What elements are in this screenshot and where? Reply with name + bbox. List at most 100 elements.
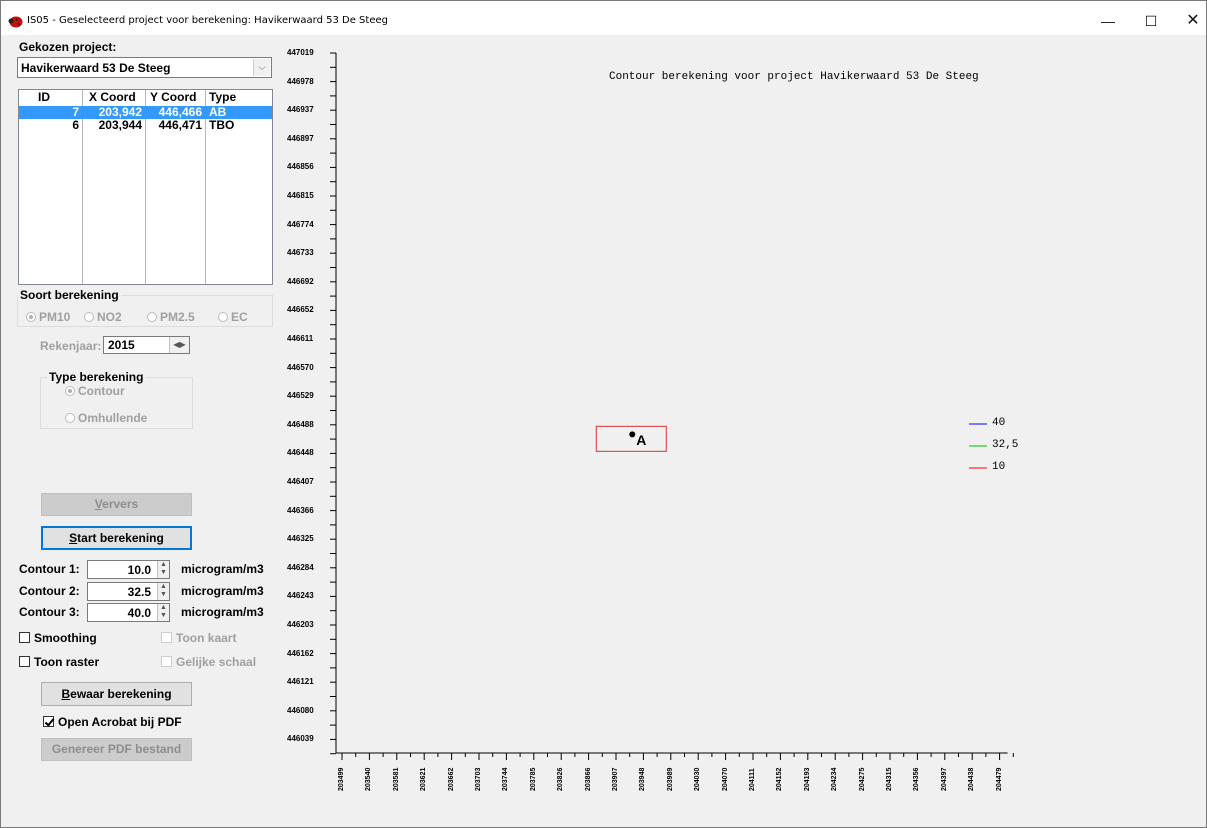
y-tick-label: 446978 — [287, 76, 314, 86]
rekenjaar-spinner[interactable]: 2015 ◀▶ — [103, 336, 190, 354]
contour-2-value: 32.5 — [127, 585, 151, 599]
radio-pm10[interactable]: PM10 — [26, 310, 70, 324]
bewaar-berekening-button[interactable]: Bewaar berekening — [41, 682, 192, 706]
x-tick-label: 203662 — [447, 767, 455, 791]
checkbox-label: Gelijke schaal — [176, 655, 257, 669]
y-tick-label: 446039 — [287, 734, 314, 744]
cell-y: 446,471 — [158, 118, 202, 132]
smoothing-checkbox[interactable]: Smoothing — [19, 631, 97, 645]
up-down-arrows-icon[interactable]: ▲ ▼ — [157, 604, 169, 621]
radio-label: PM10 — [39, 310, 71, 324]
genereer-pdf-button[interactable]: Genereer PDF bestand — [41, 738, 192, 761]
y-tick-label: 446243 — [287, 591, 314, 601]
checkbox-box — [19, 632, 30, 643]
ververs-button[interactable]: Ververs — [41, 493, 192, 516]
chart-title: Contour berekening voor project Havikerw… — [609, 71, 979, 83]
y-tick-label: 446937 — [287, 105, 314, 115]
x-tick-label: 203499 — [338, 767, 345, 791]
y-tick-label: 446284 — [287, 562, 314, 572]
rekenjaar-label: Rekenjaar: — [40, 339, 102, 353]
radio-label: PM2.5 — [160, 310, 195, 324]
y-tick-label: 446121 — [287, 677, 314, 687]
gelijke-schaal-checkbox[interactable]: Gelijke schaal — [161, 655, 256, 669]
contour-3-value: 40.0 — [127, 606, 151, 620]
table-row[interactable]: 7 203,942 446,466 AB — [19, 106, 272, 119]
up-down-arrows-icon[interactable]: ▲ ▼ — [157, 561, 169, 578]
x-tick-label: 203989 — [666, 767, 674, 791]
points-listview[interactable]: ID X Coord Y Coord Type 7 203,942 446,46… — [18, 89, 273, 285]
minimize-button[interactable]: — — [1093, 9, 1123, 33]
y-tick-label: 446448 — [287, 448, 314, 458]
open-acrobat-checkbox[interactable]: Open Acrobat bij PDF — [43, 715, 182, 729]
type-berekening-title: Type berekening — [47, 370, 146, 384]
ladybug-app-icon — [8, 16, 23, 28]
cell-id: 6 — [72, 118, 79, 132]
title-bar: IS05 - Geselecteerd project voor bereken… — [1, 1, 1206, 35]
col-header-type[interactable]: Type — [209, 90, 236, 105]
checkmark-icon — [43, 716, 54, 727]
chevron-down-icon[interactable]: ⌵ — [253, 59, 270, 76]
maximize-button[interactable]: ☐ — [1136, 9, 1166, 33]
x-tick-label: 203907 — [612, 767, 619, 791]
checkbox-label: Smoothing — [34, 631, 97, 645]
radio-label: Omhullende — [78, 411, 148, 425]
y-tick-label: 446529 — [287, 391, 314, 401]
start-mnemonic: S — [69, 531, 78, 545]
y-tick-label: 446162 — [287, 648, 314, 658]
contour-plot: Contour berekening voor project Havikerw… — [279, 36, 1206, 826]
legend-label: 40 — [992, 417, 1006, 429]
contour-1-unit: microgram/m3 — [181, 562, 264, 576]
radio-pm25[interactable]: PM2.5 — [147, 310, 195, 324]
data-point — [629, 431, 636, 438]
close-button[interactable]: ✕ — [1178, 9, 1207, 33]
radio-contour[interactable]: Contour — [65, 384, 125, 398]
x-tick-label: 203581 — [392, 767, 400, 791]
contour-1-value: 10.0 — [127, 563, 151, 577]
contour-1-input[interactable]: 10.0 ▲ ▼ — [87, 560, 170, 579]
y-tick-label: 446774 — [287, 219, 314, 229]
radio-label: Contour — [78, 384, 125, 398]
y-tick-label: 446897 — [287, 133, 314, 143]
radio-no2[interactable]: NO2 — [84, 310, 122, 324]
table-row[interactable]: 6 203,944 446,471 TBO — [19, 119, 272, 132]
checkbox-box — [161, 632, 172, 643]
contour-bounding-box — [595, 425, 667, 452]
ververs-label: ervers — [102, 497, 139, 511]
project-select[interactable]: Havikerwaard 53 De Steeg ⌵ — [17, 57, 272, 78]
col-header-id[interactable]: ID — [38, 90, 50, 105]
col-header-y[interactable]: Y Coord — [150, 90, 196, 105]
contour-2-input[interactable]: 32.5 ▲ ▼ — [87, 582, 170, 601]
y-tick-label: 446611 — [287, 334, 314, 343]
x-tick-label: 204193 — [803, 767, 811, 791]
x-tick-label: 204397 — [940, 767, 948, 791]
contour-3-input[interactable]: 40.0 ▲ ▼ — [87, 603, 170, 622]
point-a-label: A — [636, 432, 647, 449]
left-right-arrows-icon[interactable]: ◀▶ — [169, 337, 189, 353]
y-tick-label: 446325 — [287, 534, 314, 544]
radio-label: NO2 — [97, 310, 122, 324]
toon-kaart-checkbox[interactable]: Toon kaart — [161, 631, 236, 645]
toon-raster-checkbox[interactable]: Toon raster — [19, 655, 99, 669]
radio-ec[interactable]: EC — [218, 310, 248, 324]
up-down-arrows-icon[interactable]: ▲ ▼ — [157, 583, 169, 600]
contour-3-unit: microgram/m3 — [181, 605, 264, 619]
checkbox-label: Open Acrobat bij PDF — [58, 715, 182, 729]
x-tick-label: 203744 — [502, 767, 510, 791]
col-header-x[interactable]: X Coord — [89, 90, 136, 105]
y-tick-label: 446856 — [287, 162, 314, 172]
y-tick-label: 447019 — [287, 48, 314, 57]
x-tick-label: 203785 — [529, 767, 537, 791]
x-tick-label: 203866 — [584, 767, 592, 791]
start-label: tart berekening — [77, 531, 164, 545]
legend-label: 10 — [992, 461, 1006, 473]
checkbox-box — [19, 656, 30, 667]
radio-omhullende[interactable]: Omhullende — [65, 411, 147, 425]
start-berekening-button[interactable]: Start berekening — [41, 526, 192, 550]
radio-dot-icon — [84, 312, 94, 322]
y-tick-label: 446407 — [287, 477, 314, 486]
legend-label: 32,5 — [992, 439, 1019, 451]
application-window: IS05 - Geselecteerd project voor bereken… — [0, 0, 1207, 828]
x-tick-label: 204070 — [721, 767, 729, 791]
x-tick-label: 203703 — [475, 767, 482, 791]
contour-3-label: Contour 3: — [19, 605, 80, 619]
